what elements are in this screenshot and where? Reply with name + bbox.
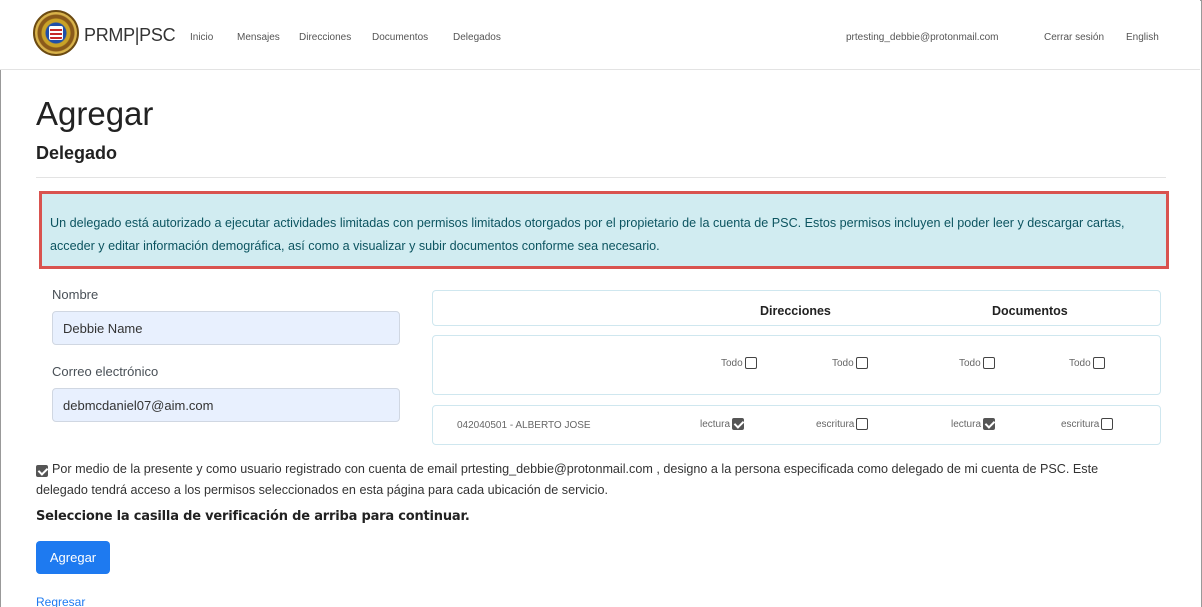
select-all-dir-read: Todo	[721, 357, 757, 369]
info-alert: Un delegado está autorizado a ejecutar a…	[39, 191, 1169, 269]
consent-text: Por medio de la presente y como usuario …	[36, 462, 1099, 497]
back-link[interactable]: Regresar	[36, 595, 85, 607]
email-label: Correo electrónico	[52, 364, 159, 379]
dir-write-perm: escritura	[816, 418, 869, 430]
brand-name[interactable]: PRMP|PSC	[84, 25, 176, 46]
select-all-label: Todo	[959, 357, 981, 369]
user-email[interactable]: prtesting_debbie@protonmail.com	[846, 32, 998, 43]
header-direcciones: Direcciones	[760, 304, 831, 318]
doc-write-checkbox[interactable]	[1101, 418, 1114, 430]
name-input[interactable]	[52, 311, 400, 345]
select-all-doc-write: Todo	[1069, 357, 1105, 369]
doc-read-checkbox[interactable]	[983, 418, 996, 430]
add-button[interactable]: Agregar	[36, 541, 110, 574]
select-all-dir-write: Todo	[832, 357, 868, 369]
write-label: escritura	[816, 418, 855, 430]
doc-write-perm: escritura	[1061, 418, 1114, 430]
page-subtitle: Delegado	[36, 143, 118, 163]
logout-link[interactable]: Cerrar sesión	[1044, 32, 1104, 43]
navbar: PRMP|PSC Inicio Mensajes Direcciones Doc…	[0, 0, 1200, 70]
page-title: Agregar	[36, 95, 154, 132]
select-all-label: Todo	[1069, 357, 1091, 369]
read-label: lectura	[951, 418, 982, 430]
select-all-dir-write-checkbox[interactable]	[855, 357, 868, 369]
doc-read-perm: lectura	[951, 418, 996, 430]
select-all-label: Todo	[721, 357, 743, 369]
language-toggle[interactable]: English	[1126, 32, 1159, 43]
seal-logo-icon[interactable]	[33, 10, 79, 56]
select-all-card: Todo Todo Todo Todo	[432, 335, 1161, 395]
account-label: 042040501 - ALBERTO JOSE	[457, 420, 591, 431]
dir-write-checkbox[interactable]	[856, 418, 869, 430]
dir-read-checkbox[interactable]	[732, 418, 745, 430]
select-all-doc-write-checkbox[interactable]	[1092, 357, 1105, 369]
consent-warning: Seleccione la casilla de verificación de…	[36, 509, 470, 524]
read-label: lectura	[700, 418, 731, 430]
select-all-dir-read-checkbox[interactable]	[744, 357, 757, 369]
flag-emblem-icon	[49, 26, 63, 40]
email-input[interactable]	[52, 388, 400, 422]
nav-link-direcciones[interactable]: Direcciones	[299, 32, 351, 43]
account-permission-row: 042040501 - ALBERTO JOSE lectura escritu…	[432, 405, 1161, 445]
select-all-doc-read-checkbox[interactable]	[982, 357, 995, 369]
select-all-label: Todo	[832, 357, 854, 369]
divider	[36, 177, 1166, 178]
permissions-header-card: Direcciones Documentos	[432, 290, 1161, 326]
dir-read-perm: lectura	[700, 418, 745, 430]
select-all-doc-read: Todo	[959, 357, 995, 369]
name-label: Nombre	[52, 287, 99, 302]
write-label: escritura	[1061, 418, 1100, 430]
nav-link-inicio[interactable]: Inicio	[190, 32, 213, 43]
header-documentos: Documentos	[992, 304, 1068, 318]
nav-link-delegados[interactable]: Delegados	[453, 32, 501, 43]
nav-link-documentos[interactable]: Documentos	[372, 32, 428, 43]
nav-link-mensajes[interactable]: Mensajes	[237, 32, 280, 43]
